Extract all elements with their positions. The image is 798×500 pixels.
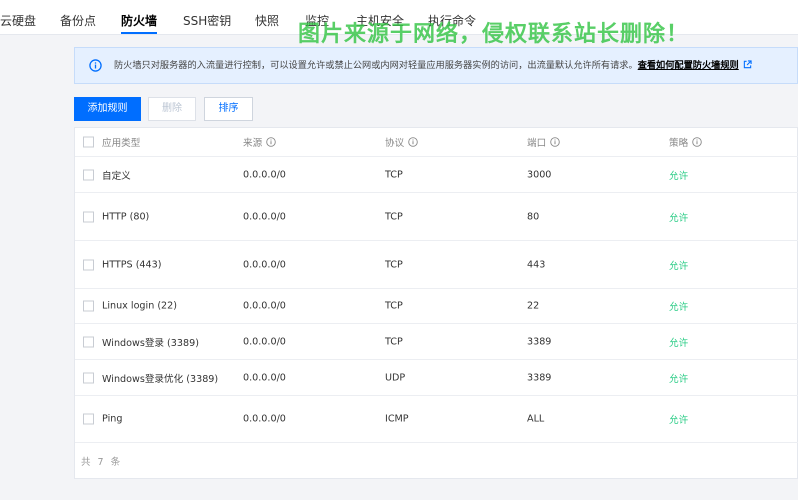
cell-protocol: TCP [385, 169, 403, 180]
row-checkbox[interactable] [83, 300, 94, 312]
cell-port: 22 [527, 300, 540, 312]
header-protocol-label: 协议 [385, 138, 405, 149]
cell-app-type: Ping [102, 413, 123, 425]
external-link-icon[interactable] [743, 60, 752, 69]
firewall-help-link[interactable]: 查看如何配置防火墙规则 [638, 60, 739, 71]
table-row: Windows登录 (3389) 0.0.0.0/0 TCP 3389 允许 [75, 324, 798, 360]
notice-text: 防火墙只对服务器的入流量进行控制，可以设置允许或禁止公网或内网对轻量应用服务器实… [114, 60, 638, 71]
tab-backup-points[interactable]: 备份点 [60, 0, 96, 34]
table-row: HTTPS (443) 0.0.0.0/0 TCP 443 允许 [75, 241, 798, 289]
cell-policy: 允许 [669, 260, 689, 272]
header-policy-label: 策略 [669, 138, 689, 149]
cell-app-type: HTTP (80) [102, 211, 150, 222]
cell-policy: 允许 [669, 170, 689, 182]
cell-protocol: TCP [385, 336, 403, 347]
help-icon[interactable] [408, 137, 418, 147]
sort-button[interactable]: 排序 [204, 97, 253, 121]
cell-policy: 允许 [669, 337, 689, 349]
cell-policy: 允许 [669, 212, 689, 224]
cell-port: 443 [527, 259, 546, 270]
cell-source: 0.0.0.0/0 [243, 300, 286, 312]
cell-protocol: TCP [385, 259, 403, 270]
help-icon[interactable] [692, 137, 702, 147]
cell-policy: 允许 [669, 373, 689, 385]
row-checkbox[interactable] [83, 372, 94, 383]
cell-app-type: Linux login (22) [102, 300, 178, 312]
cell-port: 3389 [527, 336, 552, 347]
tab-ssh-keys[interactable]: SSH密钥 [183, 0, 231, 34]
total-count: 共 7 条 [81, 457, 123, 468]
table-row: Linux login (22) 0.0.0.0/0 TCP 22 允许 [75, 289, 798, 324]
help-icon[interactable] [266, 137, 276, 147]
cell-app-type: 自定义 [102, 170, 131, 182]
cell-port: 3000 [527, 169, 552, 180]
table-header-row: 应用类型 来源 协议 端口 策略 [75, 128, 798, 157]
row-checkbox[interactable] [83, 211, 94, 222]
header-port: 端口 [527, 135, 560, 149]
cell-app-type: Windows登录优化 (3389) [102, 373, 219, 385]
delete-button[interactable]: 删除 [148, 97, 196, 121]
row-checkbox[interactable] [83, 336, 94, 347]
tab-monitoring[interactable]: 监控 [305, 0, 329, 34]
cell-source: 0.0.0.0/0 [243, 169, 286, 180]
row-checkbox[interactable] [83, 413, 94, 425]
tab-bar: 云硬盘 备份点 防火墙 SSH密钥 快照 监控 主机安全 执行命令 [0, 0, 798, 35]
cell-protocol: TCP [385, 300, 403, 312]
cell-port: 3389 [527, 372, 552, 383]
cell-protocol: ICMP [385, 413, 409, 425]
cell-source: 0.0.0.0/0 [243, 259, 286, 270]
tab-snapshots[interactable]: 快照 [255, 0, 279, 34]
row-checkbox[interactable] [83, 169, 94, 180]
cell-policy: 允许 [669, 415, 689, 426]
cell-port: 80 [527, 211, 540, 222]
cell-source: 0.0.0.0/0 [243, 413, 286, 425]
select-all-checkbox[interactable] [83, 136, 94, 148]
row-checkbox[interactable] [83, 259, 94, 270]
header-source: 来源 [243, 135, 276, 149]
cell-app-type: HTTPS (443) [102, 259, 162, 270]
table-row: HTTP (80) 0.0.0.0/0 TCP 80 允许 [75, 193, 798, 241]
table-row: 自定义 0.0.0.0/0 TCP 3000 允许 [75, 157, 798, 193]
tab-firewall[interactable]: 防火墙 [121, 0, 158, 34]
cell-port: ALL [527, 413, 545, 425]
cell-policy: 允许 [669, 302, 689, 313]
table-row: Ping 0.0.0.0/0 ICMP ALL 允许 [75, 396, 798, 443]
add-rule-button[interactable]: 添加规则 [74, 97, 141, 121]
header-policy: 策略 [669, 135, 702, 149]
header-protocol: 协议 [385, 135, 418, 149]
tab-run-command[interactable]: 执行命令 [428, 0, 476, 34]
cell-source: 0.0.0.0/0 [243, 211, 286, 222]
table-row: Windows登录优化 (3389) 0.0.0.0/0 UDP 3389 允许 [75, 360, 798, 396]
header-port-label: 端口 [527, 138, 547, 149]
info-notice: 防火墙只对服务器的入流量进行控制，可以设置允许或禁止公网或内网对轻量应用服务器实… [74, 47, 798, 84]
header-app-type: 应用类型 [102, 138, 141, 149]
help-icon[interactable] [550, 137, 560, 147]
cell-source: 0.0.0.0/0 [243, 372, 286, 383]
header-source-label: 来源 [243, 138, 263, 149]
tab-host-security[interactable]: 主机安全 [356, 0, 404, 34]
cell-source: 0.0.0.0/0 [243, 336, 286, 347]
info-icon [89, 59, 102, 72]
cell-app-type: Windows登录 (3389) [102, 337, 199, 349]
cell-protocol: TCP [385, 211, 403, 222]
firewall-rules-table: 应用类型 来源 协议 端口 策略 自定义 0.0.0.0/0 TCP 3000 … [74, 127, 798, 479]
tab-cloud-disk[interactable]: 云硬盘 [0, 0, 36, 34]
cell-protocol: UDP [385, 372, 406, 383]
